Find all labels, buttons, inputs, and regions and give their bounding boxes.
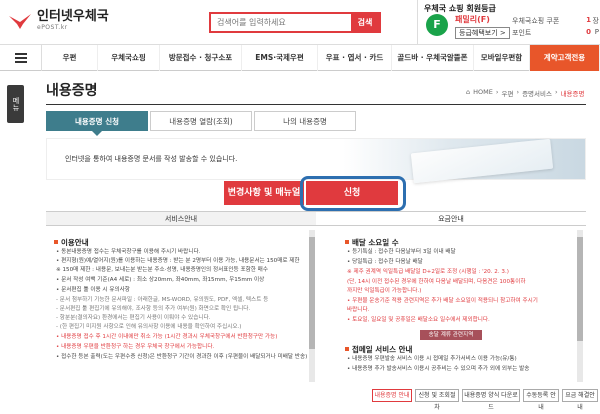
nav-item-goldbar[interactable]: 골드바 · 우체국알뜰폰 [392,45,474,71]
coupon-row[interactable]: 우체국쇼핑 쿠폰 1 장 [512,16,599,26]
usage-line: • 동본내용증명 접수는 우체국창구를 이용해 주시기 바랍니다. [56,249,201,255]
delivery-line: (단, 14시 이전 접수된 경우에 한하여 다음날 배달되며, 다음견은 10… [347,279,526,285]
delivery-line: • 등기특실 : 접수한 다음날부터 3일 이내 배달 [347,249,456,255]
delivery-line: 까지만 익일특급이 가능합니다.) [347,288,422,294]
nav-item-stamps[interactable]: 우표 · 엽서 · 카드 [318,45,392,71]
breadcrumb-current: 내용증명 [560,90,585,98]
main-nav: 우편 우체국쇼핑 방문접수 · 청구소포 EMS·국제우편 우표 · 엽서 · … [0,44,600,71]
delivery-line: • 우편물 운송기준 적용 관련지역은 추가 배달 소요일이 적용되니 참고하여… [347,298,538,304]
tab-pointer [92,131,102,136]
point-row[interactable]: 포인트 0 P [512,28,599,38]
breadcrumb: ⌂ HOME › 우편 › 증명서비스 › 내용증명 [466,88,585,98]
coupon-unit: 장 [592,17,599,25]
usage-line: • 내용증명 접수 후 1시간 이내에만 취소 가능 (1시간 경과시 우체국창… [56,334,278,340]
nav-item-shopping[interactable]: 우체국쇼핑 [98,45,160,71]
tab-my[interactable]: 나의 내용증명 [254,111,356,131]
email-line: • 내용증명 추가 발송서비스 이용시 공추비는 수 있으며 추가 외에 외부는… [347,366,530,372]
logo[interactable]: 인터넷우체국 ePOST.kr [8,10,109,31]
search-input[interactable] [211,14,351,31]
email-line: • 내용증명 우편발송 서비스 이용 시 접메일 추가서비스 이용 가능(유/통… [347,356,517,362]
nav-item-mail[interactable]: 우편 [42,45,98,71]
left-scrollbar-thumb[interactable] [309,237,315,349]
swallow-logo-icon [9,13,31,29]
usage-line: - 항분분(결의자요) 환경에서는 편집기 사용이 이뤄야 수 있습니다. [56,315,211,321]
tab-apply[interactable]: 내용증명 신청 [46,111,148,131]
coupon-label: 우체국쇼핑 쿠폰 [512,17,560,25]
section-delivery-days: 배달 소요일 수 [345,237,399,248]
delay-region-button[interactable]: 송달 계류 관련지역 [420,330,482,340]
tab-fee-info[interactable]: 요금안내 [316,212,586,226]
grade-name: 패밀리(F) [455,15,490,24]
right-scrollbar-thumb[interactable] [577,237,583,341]
nav-item-contract[interactable]: 계약고객전용 [530,45,600,71]
apply-button-highlight [300,176,406,211]
usage-line: - (한 편집기 미지원 사항으로 인해 유의사항 이용에 내용을 확인하여 주… [56,324,242,330]
tab-view[interactable]: 내용증명 열람(조회) [150,111,252,131]
title-divider [46,104,586,105]
usage-line: ※ 150매 제한 : 내용문, 보내는분 받는분 주소·성명, 내용증명인의 … [56,267,268,273]
coupon-value: 1 [586,16,591,24]
logo-title: 인터넷우체국 [37,9,109,24]
grade-badge: F [426,14,448,36]
header: 인터넷우체국 ePOST.kr 검색 우체국 쇼핑 회원등급 F 패밀리(F) … [0,0,600,44]
usage-line: - 문서 첨부하기 기능한 문서파일 : 아래한글, MS-WORD, 유의원도… [56,297,269,303]
point-unit: P [594,28,599,36]
delivery-line: • 토요일, 일요일 및 공휴일은 배달소요 일수에서 제외합니다. [347,317,490,323]
usage-line: • 내용증명 우편을 반환청구 하는 경우 우체국 창구에서 가능합니다. [56,344,215,350]
page-title: 내용증명 [46,83,98,99]
member-grade-title: 우체국 쇼핑 회원등급 [424,4,496,13]
usage-line: • 편지형(원)예/열어지(원)를 이용하는 내용증명 : 받는 분 2명부터 … [56,258,300,264]
delivery-line: • 당일특급 : 접수한 다음날 배달 [347,259,423,265]
breadcrumb-sep: › [516,88,520,96]
usage-line: • 문서편집 툴 이용 시 유의사항 [56,287,130,293]
point-label: 포인트 [512,29,532,37]
tab-service-info[interactable]: 서비스안내 [46,212,316,226]
breadcrumb-sep: › [554,88,558,96]
section-usage: 이용안내 [54,237,89,248]
section-email-service: 접메일 서비스 안내 [345,344,412,355]
bottom-button-bar: 내용증명 안내 신청 및 조회절차 내용증명 양식 다운로드 수동등록 안내 요… [0,389,600,411]
nav-item-ems[interactable]: EMS·국제우편 [242,45,318,71]
logo-subtitle: ePOST.kr [37,24,68,31]
hamburger-menu-icon[interactable] [0,45,42,71]
usage-line: • 문서 작성 여백 기준(A4 세로) : 최소 상20mm, 좌40mm, … [56,277,265,283]
delivery-line: ※ 제주 권계역 익일특급 배달일 D+2일로 조정 (시행일 : '20. 2… [347,269,509,275]
search-bar: 검색 [209,12,381,33]
change-manual-button[interactable]: 변경사항 및 매뉴얼 [224,181,304,205]
usage-line: • 접수한 등본 출력(도는 우편수증 신청)은 반환청구 기간이 경과한 이후… [56,354,308,360]
template-download-button[interactable]: 내용증명 양식 다운로드 [462,389,520,411]
member-grade-panel: 우체국 쇼핑 회원등급 F 패밀리(F) 등급혜택보기 > 우체국쇼핑 쿠폰 1… [417,0,600,44]
usage-line: - 문서편집 툴 편집기에 유의해야, 조사항 등의 추가 여부(원) 화면으로… [56,306,251,312]
search-button[interactable]: 검색 [351,14,379,31]
grade-benefit-button[interactable]: 등급혜택보기 > [455,27,510,39]
breadcrumb-home[interactable]: HOME [473,88,493,98]
tab-bar: 내용증명 신청 내용증명 열람(조회) 나의 내용증명 [46,111,358,131]
procedure-button[interactable]: 신청 및 조회절차 [415,389,459,411]
manual-register-button[interactable]: 수동등록 안내 [523,389,559,411]
breadcrumb-mail[interactable]: 우편 [501,88,513,98]
nav-item-mobile-mailbox[interactable]: 모바일우편함 [474,45,530,71]
home-icon[interactable]: ⌂ [466,88,470,98]
breadcrumb-cert[interactable]: 증명서비스 [522,88,552,98]
point-value: 0 [586,28,591,36]
nav-item-pickup[interactable]: 방문접수 · 청구소포 [160,45,242,71]
breadcrumb-sep: › [495,88,499,96]
fee-guide-button[interactable]: 요금 해결안내 [562,389,598,411]
side-menu-tab[interactable]: 메뉴 [7,85,24,123]
delivery-line: 바랍니다. [347,307,370,313]
banner-text: 인터넷을 통하여 내용증명 문서를 작성 발송할 수 있습니다. [65,155,238,163]
cert-guide-button[interactable]: 내용증명 안내 [372,389,412,402]
